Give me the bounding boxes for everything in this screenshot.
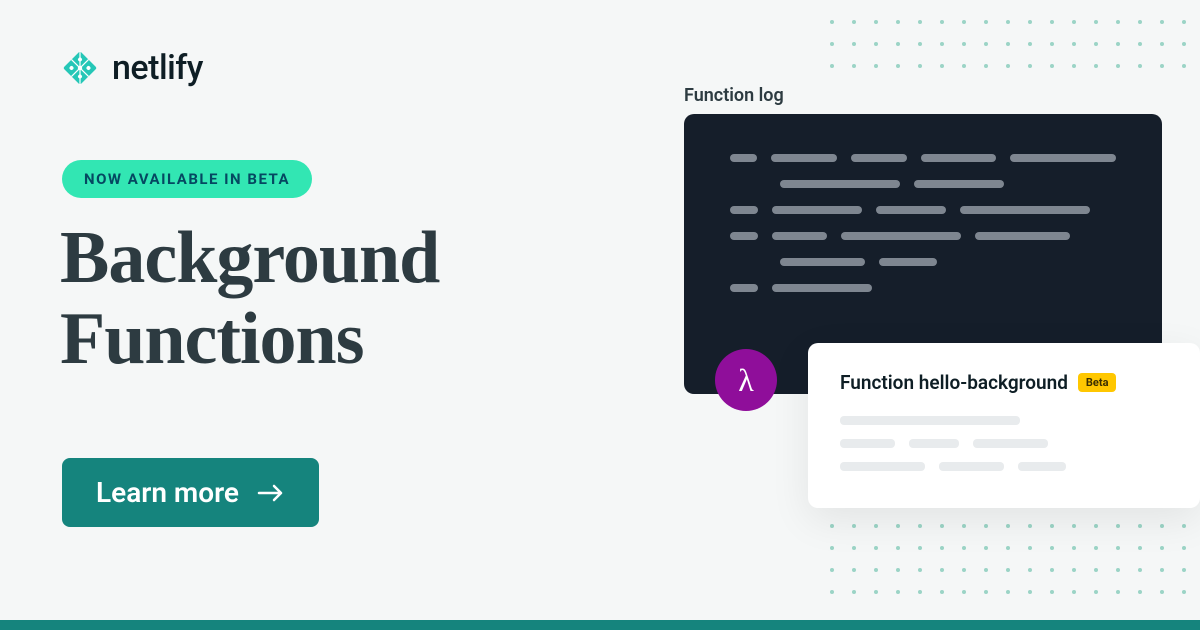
lambda-icon: λ [715, 349, 777, 411]
function-log-label: Function log [684, 85, 784, 106]
page-title: Background Functions [60, 218, 439, 381]
beta-tag: Beta [1078, 373, 1117, 392]
function-card: Function hello-background Beta [808, 343, 1200, 508]
cta-label: Learn more [96, 476, 239, 509]
beta-badge: NOW AVAILABLE IN BETA [62, 160, 312, 198]
decorative-dots-bottom [830, 524, 1186, 594]
arrow-right-icon [257, 483, 285, 503]
function-card-title: Function hello-background [840, 371, 1068, 394]
headline-line-2: Functions [60, 299, 439, 380]
headline-line-1: Background [60, 218, 439, 299]
bottom-accent-bar [0, 620, 1200, 630]
learn-more-button[interactable]: Learn more [62, 458, 319, 527]
netlify-icon [60, 48, 100, 88]
decorative-dots-top [830, 20, 1186, 68]
brand-logo: netlify [60, 48, 203, 88]
brand-name: netlify [112, 48, 203, 88]
